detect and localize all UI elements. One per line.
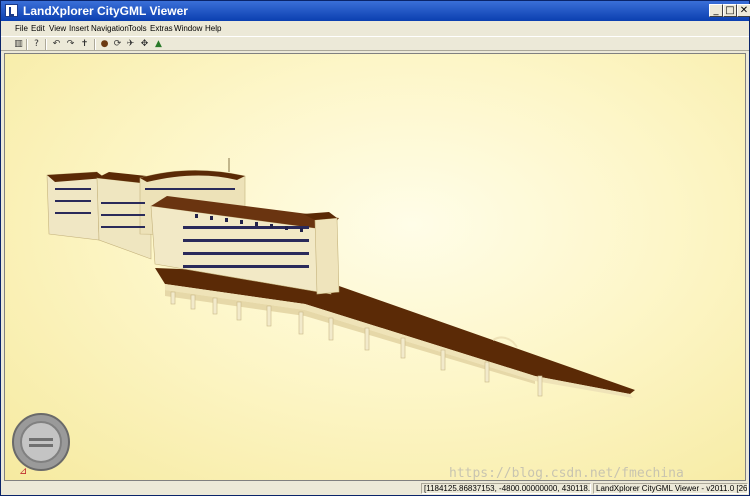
walk-icon[interactable]: ✝	[79, 39, 90, 49]
app-icon[interactable]	[5, 4, 18, 17]
application-window: LandXplorer CityGML Viewer _ □ ✕ File Ed…	[0, 0, 750, 496]
minimize-button[interactable]: _	[709, 4, 723, 17]
window-title: LandXplorer CityGML Viewer	[23, 4, 188, 18]
menu-insert[interactable]: Insert	[69, 24, 89, 33]
watermark: https://blog.csdn.net/fmechina	[449, 466, 684, 481]
whats-this-icon[interactable]: ?	[31, 39, 42, 49]
orbit-icon[interactable]: ●	[99, 39, 110, 49]
title-bar[interactable]: LandXplorer CityGML Viewer _ □ ✕	[1, 1, 750, 21]
toolbar-separator	[94, 39, 96, 50]
menu-help[interactable]: Help	[205, 24, 221, 33]
compass-inner	[20, 421, 62, 463]
orientation-icon: ⊿	[19, 466, 28, 477]
menu-view[interactable]: View	[49, 24, 66, 33]
menu-navigation[interactable]: Navigation	[91, 24, 129, 33]
undo-icon[interactable]: ↶	[51, 39, 62, 49]
close-button[interactable]: ✕	[737, 4, 750, 17]
toolbar-separator	[26, 39, 28, 50]
pan-icon[interactable]: ✥	[139, 39, 150, 49]
tower-east	[314, 217, 340, 295]
building-west	[46, 171, 100, 241]
city-model-scene	[46, 158, 635, 398]
status-coordinates: [1184125.86837153, -4800.00000000, 43011…	[421, 483, 591, 494]
redo-icon[interactable]: ↷	[65, 39, 76, 49]
scene-icon[interactable]: ▥	[13, 39, 24, 49]
3d-viewport[interactable]: ⊿ https://blog.csdn.net/fmechina	[4, 53, 746, 481]
navigation-compass[interactable]	[11, 412, 71, 472]
menu-extras[interactable]: Extras	[150, 24, 173, 33]
menu-window[interactable]: Window	[174, 24, 202, 33]
toolbar-separator	[45, 39, 47, 50]
rotate-icon[interactable]: ⟳	[112, 39, 123, 49]
fly-icon[interactable]: ✈	[125, 39, 136, 49]
maximize-button[interactable]: □	[723, 4, 737, 17]
toolbar: ▥ ? ↶ ↷ ✝ ● ⟳ ✈ ✥ ▲	[1, 36, 749, 51]
menu-file[interactable]: File	[15, 24, 28, 33]
ground-plaza	[155, 268, 635, 394]
menu-tools[interactable]: Tools	[128, 24, 147, 33]
terrain-icon[interactable]: ▲	[153, 39, 164, 49]
status-version: LandXplorer CityGML Viewer - v2011.0 [26…	[593, 483, 748, 494]
compass-bar-top	[29, 438, 53, 441]
compass-bar-bottom	[29, 444, 53, 447]
menu-bar: File Edit View Insert Navigation Tools E…	[1, 21, 749, 36]
status-bar: [1184125.86837153, -4800.00000000, 43011…	[1, 481, 749, 496]
menu-edit[interactable]: Edit	[31, 24, 45, 33]
